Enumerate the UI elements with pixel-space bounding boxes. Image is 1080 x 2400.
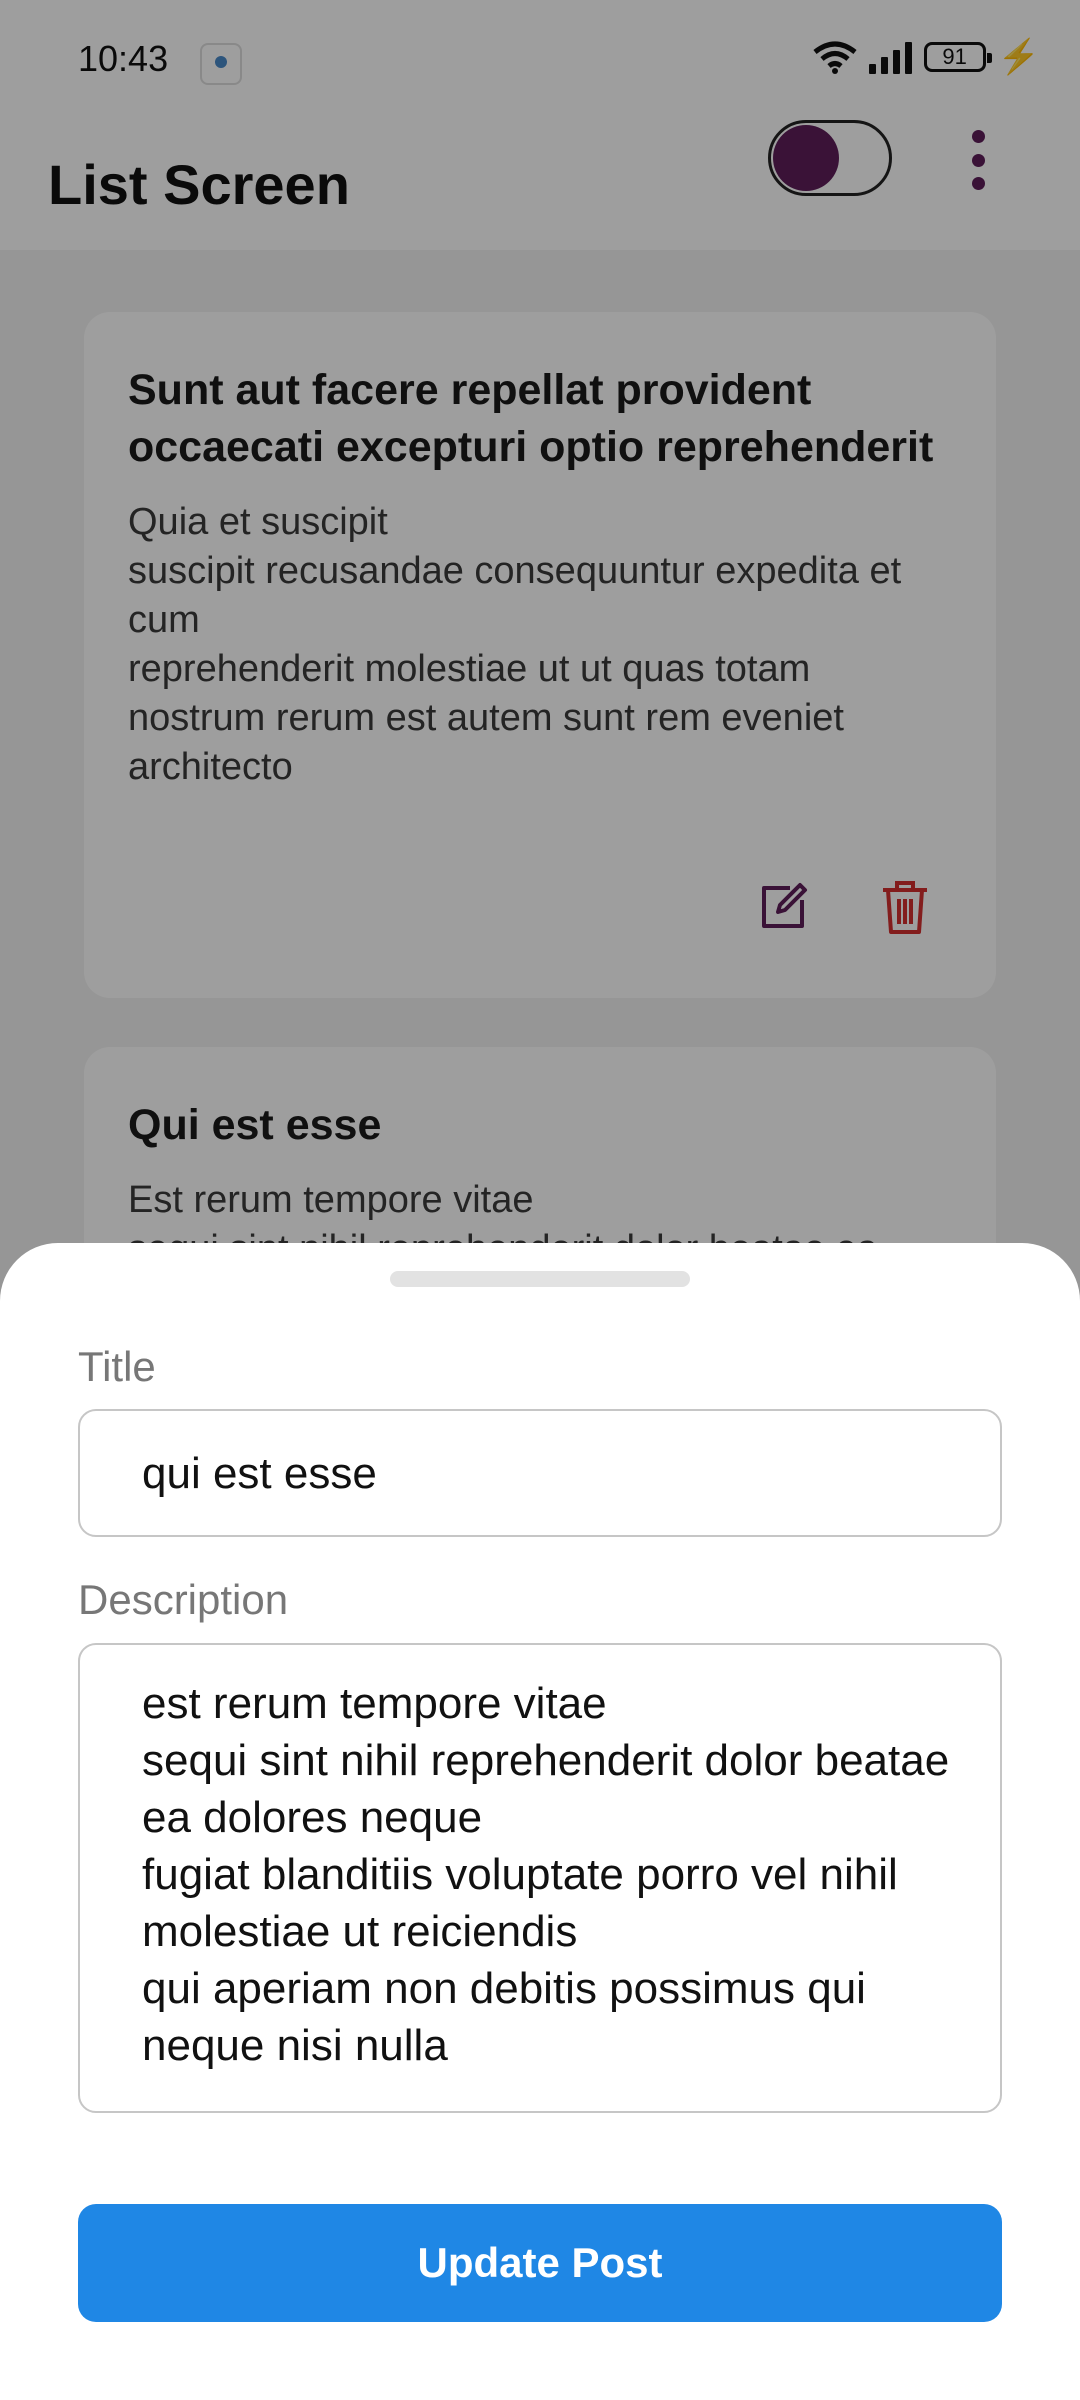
- description-input-value: est rerum tempore vitae sequi sint nihil…: [142, 1679, 950, 2070]
- title-input-value: qui est esse: [142, 1449, 377, 1498]
- title-input[interactable]: qui est esse: [78, 1409, 1002, 1537]
- edit-post-bottom-sheet: Title qui est esse Description est rerum…: [0, 1243, 1080, 2400]
- update-post-button[interactable]: Update Post: [78, 2204, 1002, 2322]
- description-label: Description: [78, 1576, 289, 1623]
- description-input[interactable]: est rerum tempore vitae sequi sint nihil…: [78, 1643, 1002, 2113]
- drag-handle[interactable]: [390, 1271, 690, 1287]
- title-label: Title: [78, 1343, 156, 1390]
